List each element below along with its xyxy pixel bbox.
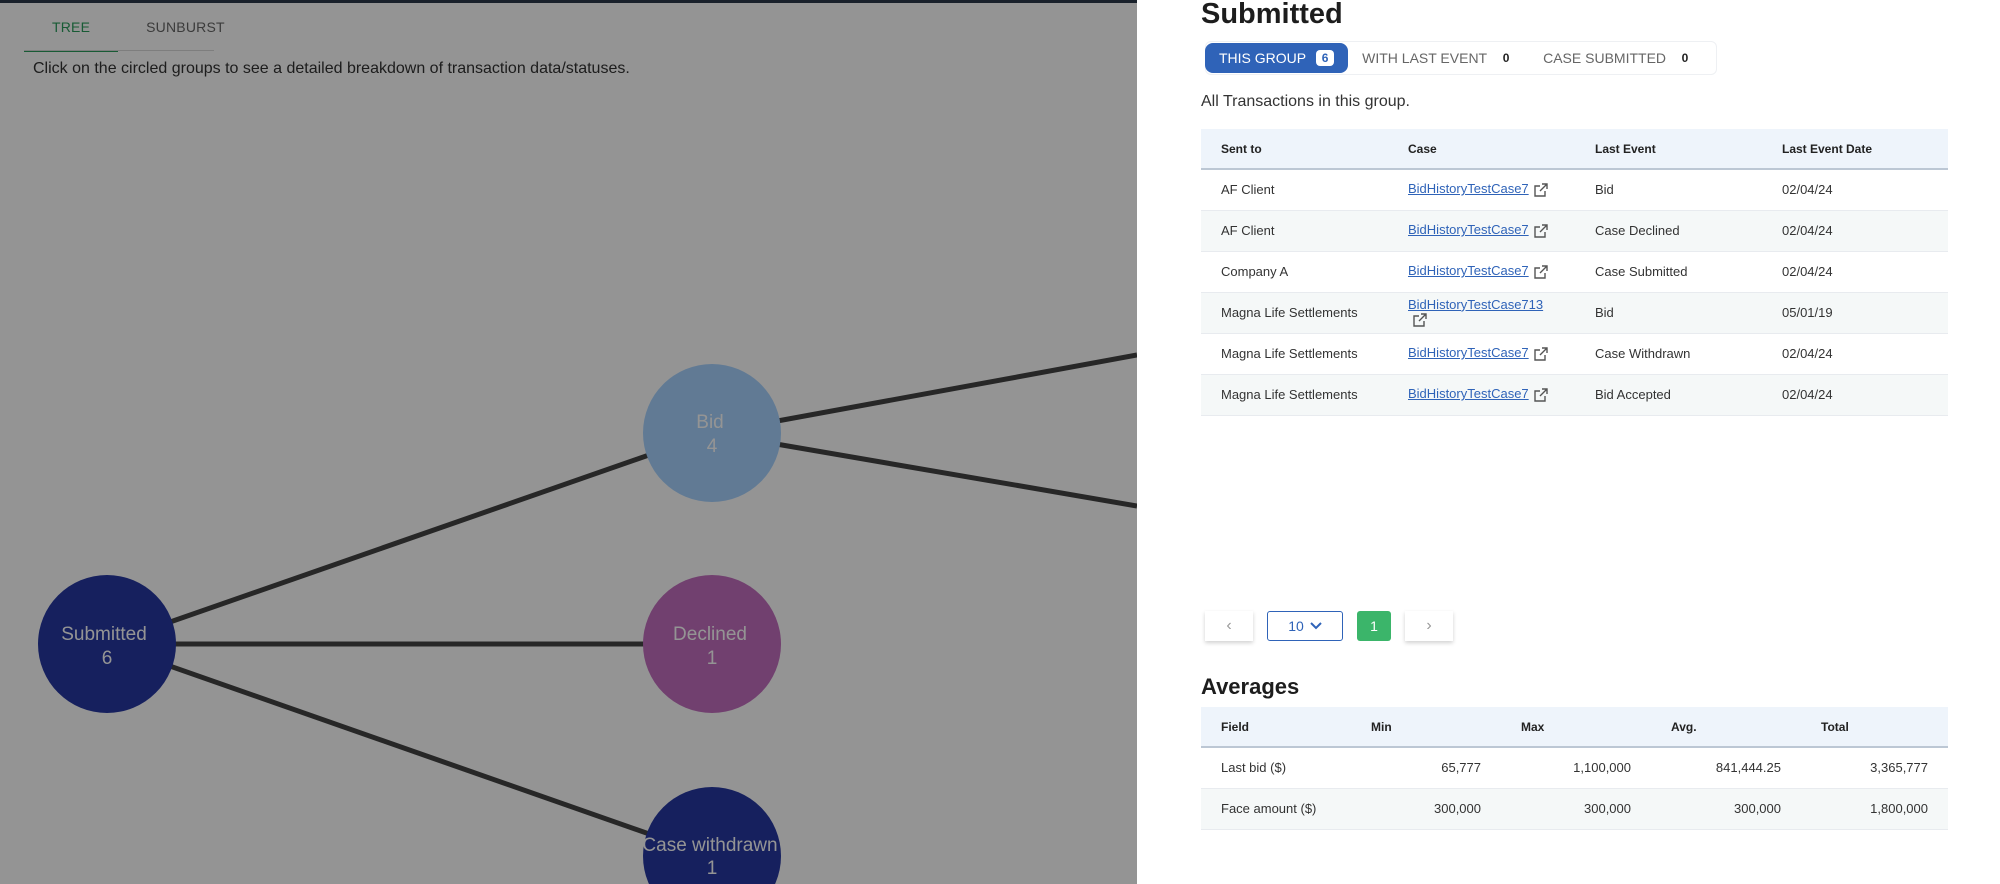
filter-case-submitted-label: CASE SUBMITTED <box>1543 50 1667 66</box>
cell-max: 1,100,000 <box>1501 747 1651 789</box>
filter-case-submitted-count: 0 <box>1676 50 1695 66</box>
cell-last-event-date: 02/04/24 <box>1762 333 1948 375</box>
modal-overlay[interactable] <box>0 0 1137 884</box>
cell-last-event: Case Declined <box>1575 210 1762 252</box>
external-link-icon[interactable] <box>1412 312 1428 328</box>
table-row: Magna Life Settlements BidHistoryTestCas… <box>1201 374 1948 416</box>
table-row: Magna Life Settlements BidHistoryTestCas… <box>1201 292 1948 334</box>
cell-field: Last bid ($) <box>1201 747 1351 789</box>
cell-last-event: Bid <box>1575 169 1762 211</box>
cell-avg: 841,444.25 <box>1651 747 1801 789</box>
external-link-icon[interactable] <box>1533 223 1549 239</box>
page-number-button[interactable]: 1 <box>1357 611 1391 641</box>
cell-total: 3,365,777 <box>1801 747 1948 789</box>
cell-last-event-date: 02/04/24 <box>1762 210 1948 252</box>
cell-last-event-date: 02/04/24 <box>1762 169 1948 211</box>
panel-subtitle: All Transactions in this group. <box>1201 93 1410 110</box>
cell-last-event: Bid <box>1575 292 1762 334</box>
cell-max: 300,000 <box>1501 788 1651 830</box>
col-header-max: Max <box>1501 707 1651 748</box>
panel-title: Submitted <box>1201 0 1343 30</box>
table-row: AF Client BidHistoryTestCase7 Bid 02/04/… <box>1201 169 1948 211</box>
case-link[interactable]: BidHistoryTestCase7 <box>1408 222 1529 237</box>
chevron-right-icon: › <box>1426 617 1432 634</box>
table-row: Last bid ($) 65,777 1,100,000 841,444.25… <box>1201 747 1948 789</box>
case-link[interactable]: BidHistoryTestCase7 <box>1408 181 1529 196</box>
cell-sent-to: Company A <box>1201 251 1388 293</box>
cell-case: BidHistoryTestCase7 <box>1388 251 1575 293</box>
detail-panel: Submitted THIS GROUP 6 WITH LAST EVENT 0… <box>1137 0 2000 884</box>
cell-min: 65,777 <box>1351 747 1501 789</box>
page-size-value: 10 <box>1288 618 1304 634</box>
table-row: AF Client BidHistoryTestCase7 Case Decli… <box>1201 210 1948 252</box>
col-header-min: Min <box>1351 707 1501 748</box>
cell-sent-to: Magna Life Settlements <box>1201 292 1388 334</box>
table-row: Magna Life Settlements BidHistoryTestCas… <box>1201 333 1948 375</box>
col-header-last-event[interactable]: Last Event <box>1575 129 1762 170</box>
cell-last-event-date: 02/04/24 <box>1762 251 1948 293</box>
filter-case-submitted[interactable]: CASE SUBMITTED 0 <box>1529 43 1708 73</box>
filter-this-group-label: THIS GROUP <box>1219 50 1307 66</box>
cell-case: BidHistoryTestCase713 <box>1388 292 1575 334</box>
cell-case: BidHistoryTestCase7 <box>1388 374 1575 416</box>
chevron-down-icon <box>1310 622 1322 630</box>
col-header-last-event-date[interactable]: Last Event Date <box>1762 129 1948 170</box>
page-size-select[interactable]: 10 <box>1267 611 1343 641</box>
col-header-avg: Avg. <box>1651 707 1801 748</box>
filter-with-last-event-count: 0 <box>1497 50 1516 66</box>
cell-min: 300,000 <box>1351 788 1501 830</box>
cell-last-event: Case Withdrawn <box>1575 333 1762 375</box>
cell-last-event: Case Submitted <box>1575 251 1762 293</box>
cell-last-event-date: 05/01/19 <box>1762 292 1948 334</box>
table-header-row: Sent to Case Last Event Last Event Date <box>1201 129 1948 170</box>
case-link[interactable]: BidHistoryTestCase713 <box>1408 297 1543 312</box>
case-link[interactable]: BidHistoryTestCase7 <box>1408 345 1529 360</box>
table-header-row: Field Min Max Avg. Total <box>1201 707 1948 748</box>
filter-this-group[interactable]: THIS GROUP 6 <box>1205 43 1349 73</box>
table-row: Company A BidHistoryTestCase7 Case Submi… <box>1201 251 1948 293</box>
table-row: Face amount ($) 300,000 300,000 300,000 … <box>1201 788 1948 830</box>
chevron-left-icon: ‹ <box>1226 617 1232 634</box>
prev-page-button[interactable]: ‹ <box>1205 611 1253 641</box>
external-link-icon[interactable] <box>1533 346 1549 362</box>
cell-sent-to: Magna Life Settlements <box>1201 374 1388 416</box>
col-header-sent-to[interactable]: Sent to <box>1201 129 1388 170</box>
cell-sent-to: AF Client <box>1201 169 1388 211</box>
col-header-field: Field <box>1201 707 1351 748</box>
cell-total: 1,800,000 <box>1801 788 1948 830</box>
col-header-case[interactable]: Case <box>1388 129 1575 170</box>
next-page-button[interactable]: › <box>1405 611 1453 641</box>
cell-case: BidHistoryTestCase7 <box>1388 169 1575 211</box>
filter-with-last-event[interactable]: WITH LAST EVENT 0 <box>1348 43 1529 73</box>
cell-sent-to: AF Client <box>1201 210 1388 252</box>
cell-sent-to: Magna Life Settlements <box>1201 333 1388 375</box>
cell-case: BidHistoryTestCase7 <box>1388 210 1575 252</box>
cell-last-event: Bid Accepted <box>1575 374 1762 416</box>
external-link-icon[interactable] <box>1533 182 1549 198</box>
external-link-icon[interactable] <box>1533 264 1549 280</box>
transactions-table: Sent to Case Last Event Last Event Date … <box>1201 129 1948 416</box>
averages-table: Field Min Max Avg. Total Last bid ($) 65… <box>1201 707 1948 830</box>
averages-title: Averages <box>1201 674 1300 699</box>
cell-avg: 300,000 <box>1651 788 1801 830</box>
filter-this-group-count: 6 <box>1316 50 1335 66</box>
tree-view: TREE SUNBURST Click on the circled group… <box>0 0 1137 884</box>
cell-last-event-date: 02/04/24 <box>1762 374 1948 416</box>
col-header-total: Total <box>1801 707 1948 748</box>
external-link-icon[interactable] <box>1533 387 1549 403</box>
pagination: ‹ 10 1 › <box>1205 611 1453 641</box>
cell-field: Face amount ($) <box>1201 788 1351 830</box>
group-filter-tabs: THIS GROUP 6 WITH LAST EVENT 0 CASE SUBM… <box>1205 41 1718 75</box>
filter-with-last-event-label: WITH LAST EVENT <box>1362 50 1488 66</box>
case-link[interactable]: BidHistoryTestCase7 <box>1408 386 1529 401</box>
case-link[interactable]: BidHistoryTestCase7 <box>1408 263 1529 278</box>
cell-case: BidHistoryTestCase7 <box>1388 333 1575 375</box>
